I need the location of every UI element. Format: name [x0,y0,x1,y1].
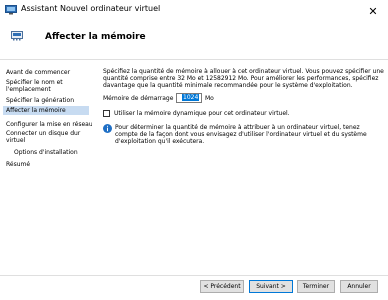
memory-page-icon [11,31,23,41]
wizard-steps-sidebar: Avant de commencer Spécifier le nom et l… [0,60,93,275]
startup-memory-unit: Mo [205,95,214,102]
previous-button[interactable]: < Précédent [200,280,244,293]
sidebar-item-virtual-hard-disk[interactable]: Connecter un disque dur [6,130,90,137]
sidebar-item-generation[interactable]: Spécifier la génération [6,97,90,104]
startup-memory-input[interactable]: 1024 [176,93,202,103]
wizard-header: Affecter la mémoire [0,22,388,56]
info-text: Pour déterminer la quantité de mémoire à… [115,124,367,146]
wizard-content: Spécifiez la quantité de mémoire à allou… [92,60,388,275]
window-title: Assistant Nouvel ordinateur virtuel [21,4,161,13]
next-button[interactable]: Suivant > [249,280,293,293]
dynamic-memory-label[interactable]: Utiliser la mémoire dynamique pour cet o… [114,110,290,117]
dynamic-memory-checkbox[interactable] [103,110,110,117]
sidebar-item-networking[interactable]: Configurer la mise en réseau [6,121,93,128]
sidebar-item-name-location[interactable]: Spécifier le nom et [6,79,90,86]
memory-description: Spécifiez la quantité de mémoire à allou… [103,68,384,90]
sidebar-item-name-location-cont[interactable]: l'emplacement [6,86,90,93]
finish-button[interactable]: Terminer [297,280,335,293]
sidebar-item-before-you-begin[interactable]: Avant de commencer [6,69,90,76]
sidebar-item-summary[interactable]: Résumé [6,161,90,168]
sidebar-item-memory[interactable]: Affecter la mémoire [3,106,89,115]
startup-memory-value: 1024 [182,94,200,101]
page-title: Affecter la mémoire [45,32,146,42]
info-icon [103,124,112,133]
wizard-footer: < Précédent Suivant > Terminer Annuler [0,276,388,300]
cancel-button[interactable]: Annuler [340,280,378,293]
startup-memory-label: Mémoire de démarrage : [103,95,178,102]
title-bar: Assistant Nouvel ordinateur virtuel ✕ [0,0,388,22]
virtual-machine-icon [5,5,17,15]
sidebar-item-virtual-hard-disk-cont[interactable]: virtuel [6,137,90,144]
close-button[interactable]: ✕ [358,0,388,22]
close-icon: ✕ [368,4,378,18]
sidebar-item-installation-options[interactable]: Options d'installation [14,149,98,156]
